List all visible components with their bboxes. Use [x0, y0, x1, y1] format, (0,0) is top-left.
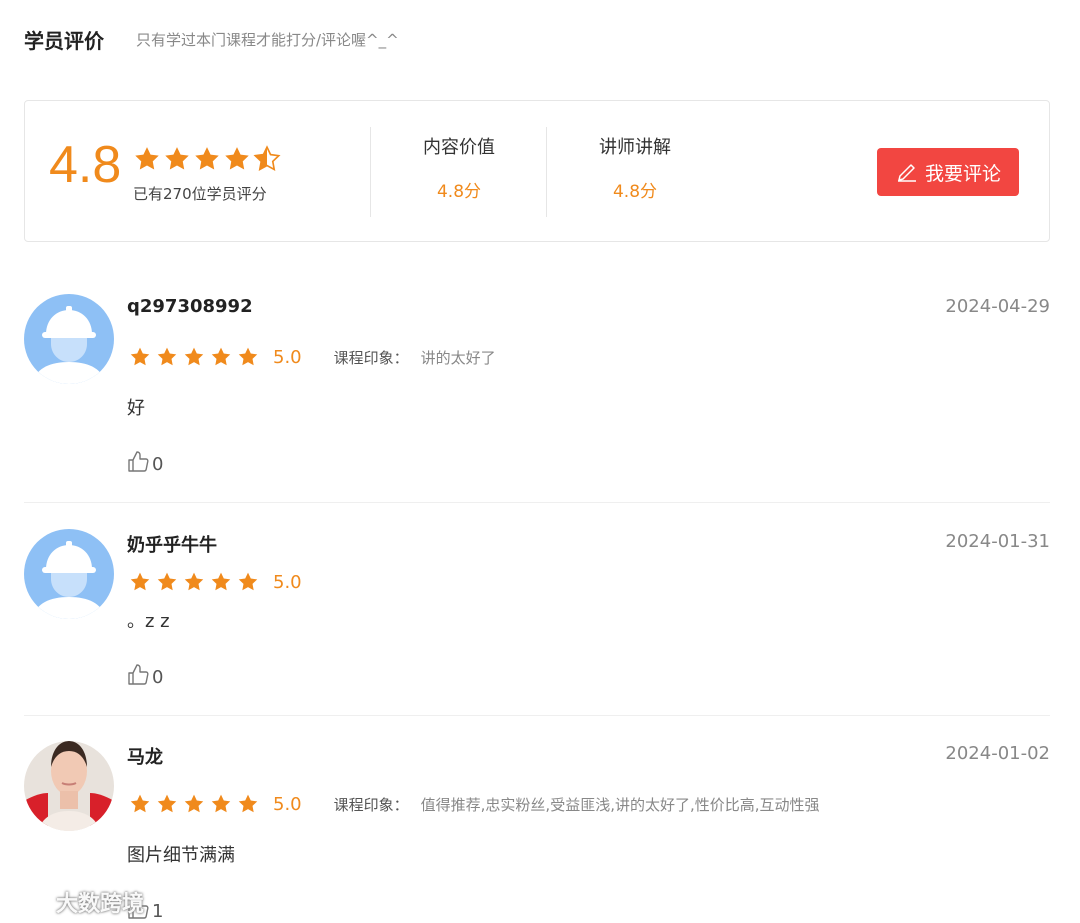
- like-count: 0: [152, 667, 164, 688]
- review-date: 2024-04-29: [945, 296, 1050, 317]
- pen-icon: [897, 164, 916, 182]
- star-icon: [129, 346, 151, 368]
- star-icon: [223, 145, 251, 173]
- review-comment: 图片细节满满: [127, 845, 235, 866]
- star-icon: [133, 145, 161, 173]
- review-score: 5.0: [273, 793, 302, 815]
- star-icon: [183, 793, 205, 815]
- review-rating: 5.0: [129, 571, 302, 593]
- metric-value: 4.8分: [612, 182, 658, 202]
- overall-stars: [133, 145, 281, 173]
- impression-label: 课程印象：: [333, 348, 409, 367]
- star-half-icon: [253, 145, 281, 173]
- review-rating: 5.0 课程印象： 讲的太好了: [129, 346, 496, 368]
- thumbs-up-icon: [126, 450, 150, 474]
- like-count: 0: [152, 454, 164, 475]
- star-icon: [193, 145, 221, 173]
- review-username: q297308992: [127, 296, 253, 317]
- rated-count: 已有270位学员评分: [133, 185, 267, 203]
- star-icon: [210, 571, 232, 593]
- divider: [546, 127, 547, 217]
- review-rating: 5.0 课程印象： 值得推荐,忠实粉丝,受益匪浅,讲的太好了,性价比高,互动性强: [129, 793, 820, 815]
- metric-label: 内容价值: [423, 137, 495, 158]
- star-icon: [163, 145, 191, 173]
- section-title: 学员评价: [24, 28, 104, 53]
- metric-content-value: 内容价值 4.8分: [399, 133, 519, 202]
- avatar: [24, 529, 114, 619]
- write-review-button[interactable]: 我要评论: [877, 148, 1019, 196]
- impression-value: 讲的太好了: [420, 348, 496, 367]
- metric-value: 4.8分: [436, 182, 482, 202]
- helmet-avatar-icon: [24, 529, 114, 619]
- divider: [370, 127, 371, 217]
- star-icon: [237, 346, 259, 368]
- star-icon: [210, 793, 232, 815]
- star-icon: [183, 346, 205, 368]
- star-icon: [237, 793, 259, 815]
- avatar: [24, 294, 114, 384]
- star-icon: [237, 571, 259, 593]
- impression-label: 课程印象：: [333, 795, 409, 814]
- photo-avatar-icon: [24, 741, 114, 831]
- review-comment: 好: [127, 398, 145, 419]
- overall-score: 4.8: [49, 136, 122, 194]
- review-score: 5.0: [273, 346, 302, 368]
- review-username: 奶乎乎牛牛: [127, 535, 217, 556]
- star-icon: [183, 571, 205, 593]
- like-button[interactable]: 0: [126, 450, 163, 474]
- star-icon: [129, 793, 151, 815]
- watermark-text: 大数跨境: [56, 892, 145, 917]
- star-icon: [156, 793, 178, 815]
- star-icon: [156, 346, 178, 368]
- thumbs-up-icon: [126, 663, 150, 687]
- star-icon: [129, 571, 151, 593]
- section-header: 学员评价 只有学过本门课程才能打分/评论喔^_^: [24, 22, 399, 56]
- review-date: 2024-01-02: [945, 743, 1050, 764]
- metric-teacher: 讲师讲解 4.8分: [575, 133, 695, 202]
- helmet-avatar-icon: [24, 294, 114, 384]
- review-score: 5.0: [273, 571, 302, 593]
- watermark-logo-icon: [8, 892, 47, 913]
- review-item: 奶乎乎牛牛 2024-01-31 5.0 。z z 0: [24, 529, 1050, 716]
- section-note: 只有学过本门课程才能打分/评论喔^_^: [136, 30, 399, 49]
- metric-label: 讲师讲解: [599, 137, 671, 158]
- like-button[interactable]: 0: [126, 663, 163, 687]
- review-item: 马龙 2024-01-02 5.0 课程印象： 值得推荐,忠实粉丝,受益匪浅,讲…: [24, 741, 1050, 923]
- avatar: [24, 741, 114, 831]
- review-comment: 。z z: [127, 611, 170, 632]
- impression-value: 值得推荐,忠实粉丝,受益匪浅,讲的太好了,性价比高,互动性强: [420, 795, 820, 814]
- review-date: 2024-01-31: [945, 531, 1050, 552]
- rating-summary: 4.8 已有270位学员评分 内容价值 4.8分 讲师讲解 4.8分 我要评论: [24, 100, 1050, 242]
- review-username: 马龙: [127, 747, 163, 768]
- star-icon: [156, 571, 178, 593]
- write-review-label: 我要评论: [924, 162, 1001, 185]
- watermark: 大数跨境: [8, 886, 144, 918]
- review-item: q297308992 2024-04-29 5.0 课程印象： 讲的太好了 好 …: [24, 294, 1050, 503]
- star-icon: [210, 346, 232, 368]
- like-count: 1: [152, 901, 164, 922]
